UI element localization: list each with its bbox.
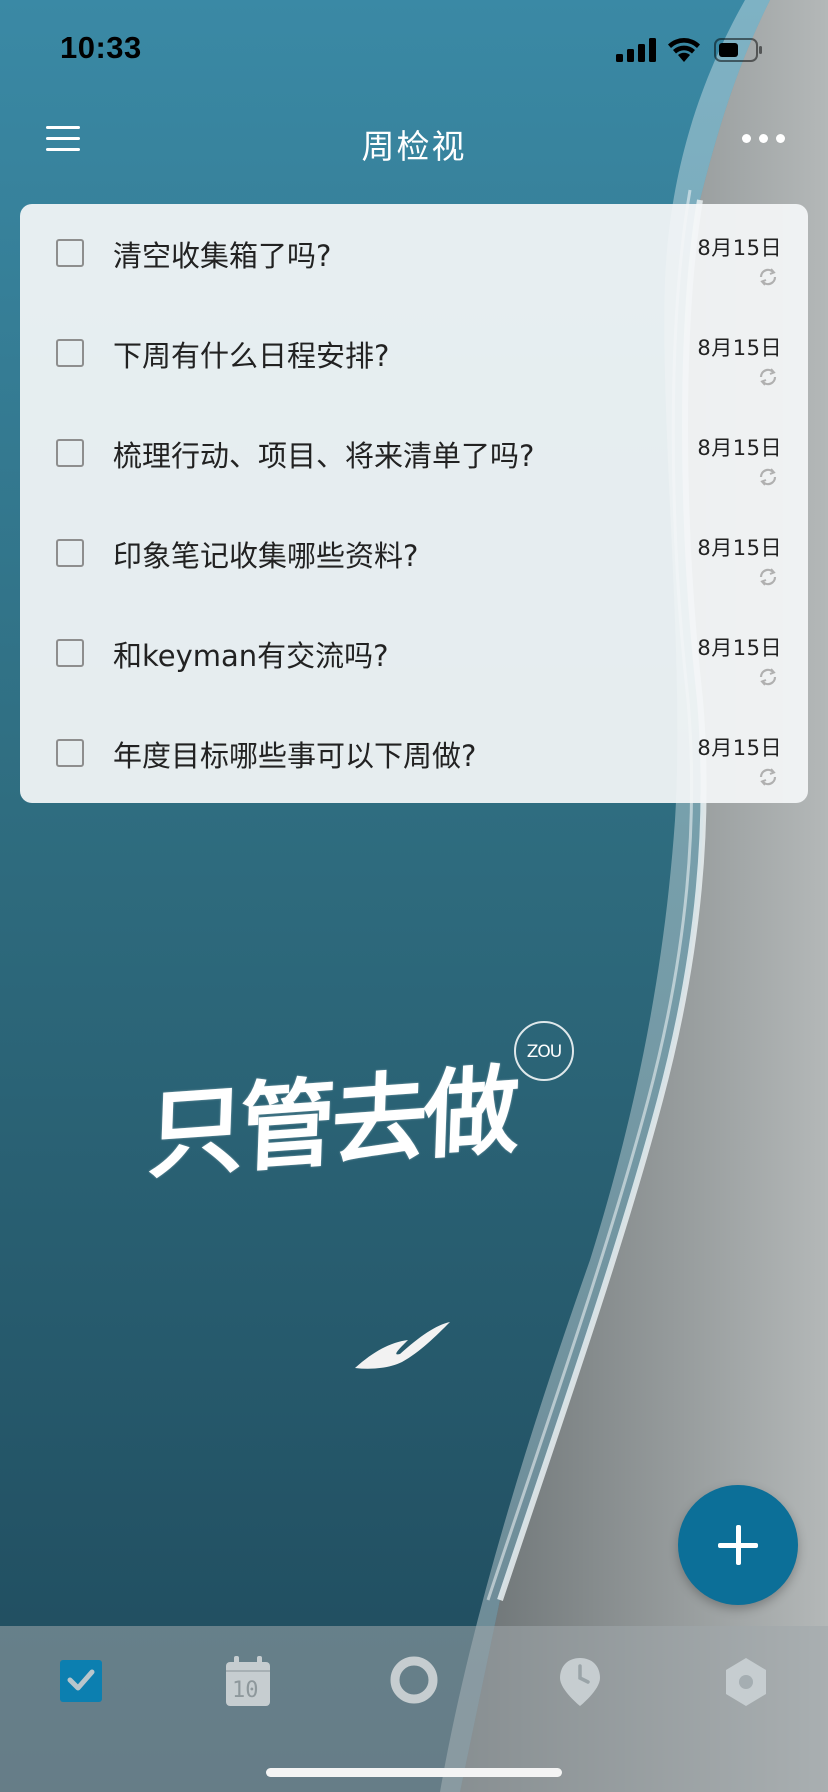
repeat-icon <box>759 768 777 786</box>
tab-tasks[interactable] <box>52 1650 112 1710</box>
task-date: 8月15日 <box>697 336 782 360</box>
task-title: 清空收集箱了吗? <box>113 239 332 273</box>
task-list: 清空收集箱了吗? 8月15日 下周有什么日程安排? 8月15日 梳理行动、项目、… <box>20 204 808 803</box>
task-title: 和keyman有交流吗? <box>113 639 389 673</box>
plus-icon-vertical <box>736 1525 741 1565</box>
checkbox-icon <box>60 1660 102 1702</box>
status-bar: 10:33 <box>0 0 828 100</box>
task-checkbox[interactable] <box>56 639 84 667</box>
battery-icon <box>714 38 762 62</box>
cellular-signal-icon <box>616 38 656 62</box>
repeat-icon <box>759 668 777 686</box>
location-clock-icon <box>560 1658 600 1706</box>
repeat-icon <box>759 568 777 586</box>
watermark-text: 只管去做 <box>146 1052 518 1193</box>
task-checkbox[interactable] <box>56 439 84 467</box>
tab-focus[interactable] <box>384 1650 444 1710</box>
task-title: 梳理行动、项目、将来清单了吗? <box>113 439 535 473</box>
task-row[interactable]: 梳理行动、项目、将来清单了吗? 8月15日 <box>20 404 808 504</box>
home-indicator <box>266 1768 562 1777</box>
task-title: 下周有什么日程安排? <box>113 339 390 373</box>
task-date: 8月15日 <box>697 236 782 260</box>
task-checkbox[interactable] <box>56 339 84 367</box>
task-date: 8月15日 <box>697 636 782 660</box>
task-title: 年度目标哪些事可以下周做? <box>113 739 477 773</box>
nav-bar: 周检视 <box>0 110 828 170</box>
watermark-badge: ZOU <box>514 1021 574 1081</box>
repeat-icon <box>759 268 777 286</box>
status-time: 10:33 <box>60 30 142 65</box>
task-checkbox[interactable] <box>56 539 84 567</box>
focus-circle-icon <box>390 1656 438 1704</box>
watermark-badge-text: ZOU <box>526 1042 562 1062</box>
task-row[interactable]: 和keyman有交流吗? 8月15日 <box>20 604 808 704</box>
task-title: 印象笔记收集哪些资料? <box>113 539 419 573</box>
tab-settings[interactable] <box>716 1650 776 1710</box>
tab-calendar[interactable]: 10 <box>218 1650 278 1710</box>
repeat-icon <box>759 468 777 486</box>
more-options-icon[interactable] <box>742 134 786 144</box>
wifi-icon <box>668 38 700 62</box>
task-date: 8月15日 <box>697 736 782 760</box>
task-date: 8月15日 <box>697 436 782 460</box>
task-row[interactable]: 年度目标哪些事可以下周做? 8月15日 <box>20 704 808 804</box>
page-title: 周检视 <box>361 127 467 166</box>
task-date: 8月15日 <box>697 536 782 560</box>
task-row[interactable]: 清空收集箱了吗? 8月15日 <box>20 204 808 304</box>
hexagon-icon <box>726 1658 766 1706</box>
calendar-day-label: 10 <box>232 1678 259 1703</box>
repeat-icon <box>759 368 777 386</box>
add-task-button[interactable] <box>678 1485 798 1605</box>
task-row[interactable]: 印象笔记收集哪些资料? 8月15日 <box>20 504 808 604</box>
task-checkbox[interactable] <box>56 739 84 767</box>
tab-places[interactable] <box>550 1650 610 1710</box>
task-row[interactable]: 下周有什么日程安排? 8月15日 <box>20 304 808 404</box>
task-checkbox[interactable] <box>56 239 84 267</box>
